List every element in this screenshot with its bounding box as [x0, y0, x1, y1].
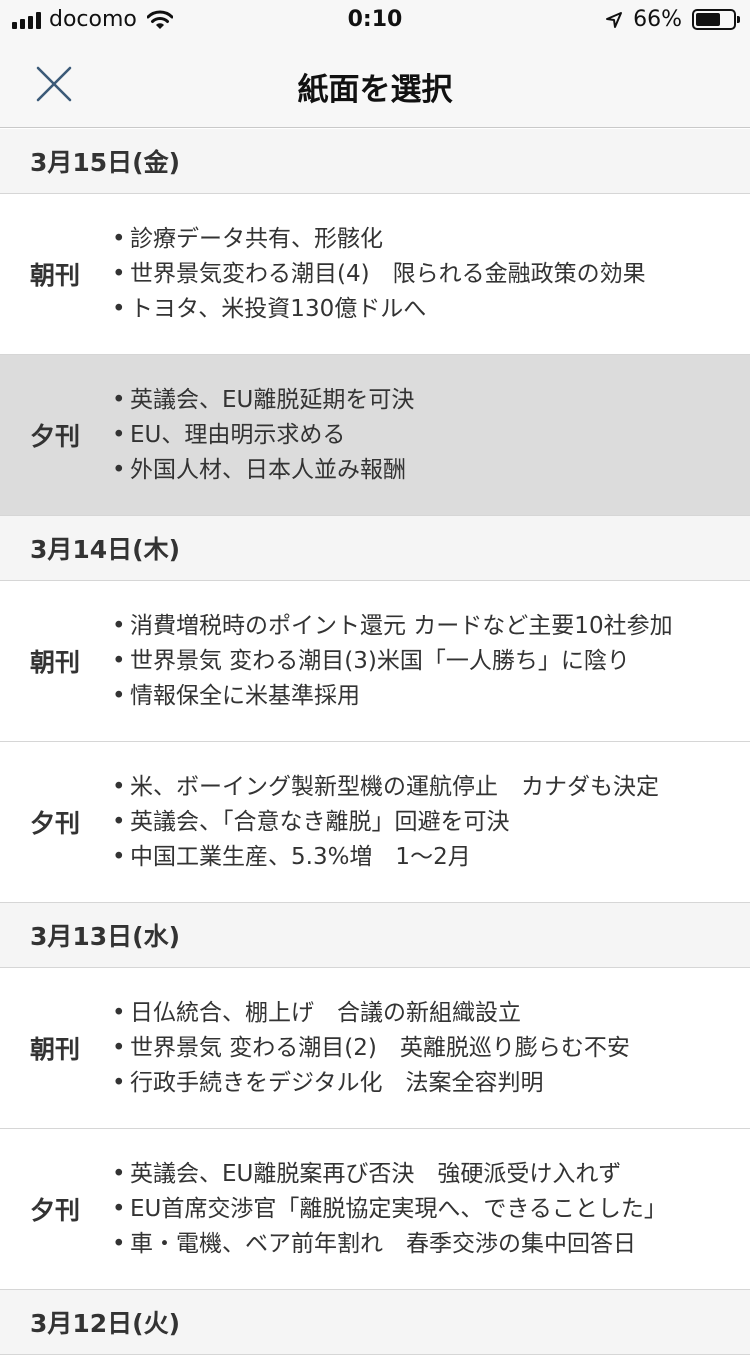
edition-label: 夕刊 [30, 809, 81, 838]
evening-edition-row[interactable]: 夕刊 英議会、EU離脱延期を可決EU、理由明示求める外国人材、日本人並み報酬 [0, 355, 750, 516]
headline-list: 英議会、EU離脱案再び否決 強硬派受け入れずEU首席交渉官「離脱協定実現へ、でき… [112, 1157, 667, 1262]
morning-edition-row[interactable]: 朝刊 診療データ共有、形骸化世界景気変わる潮目(4) 限られる金融政策の効果トヨタ… [0, 194, 750, 355]
headline-item: 米、ボーイング製新型機の運航停止 カナダも決定 [112, 770, 659, 805]
headline-item: EU首席交渉官「離脱協定実現へ、できることした」 [112, 1192, 667, 1227]
date-header: 3月12日(火) [0, 1290, 750, 1355]
headline-list: 英議会、EU離脱延期を可決EU、理由明示求める外国人材、日本人並み報酬 [112, 383, 414, 488]
headline-list: 診療データ共有、形骸化世界景気変わる潮目(4) 限られる金融政策の効果トヨタ、米… [112, 222, 646, 327]
evening-edition-row[interactable]: 夕刊 英議会、EU離脱案再び否決 強硬派受け入れずEU首席交渉官「離脱協定実現へ、… [0, 1129, 750, 1290]
headline-item: EU、理由明示求める [112, 418, 414, 453]
battery-icon [692, 9, 740, 30]
edition-label: 朝刊 [30, 648, 81, 677]
date-header: 3月13日(水) [0, 903, 750, 968]
status-bar: docomo 0:10 66% [0, 0, 750, 40]
morning-edition-row[interactable]: 朝刊 日仏統合、棚上げ 合議の新組織設立世界景気 変わる潮目(2) 英離脱巡り膨ら… [0, 968, 750, 1129]
edition-label: 朝刊 [30, 1035, 81, 1064]
headline-item: 情報保全に米基準採用 [112, 679, 673, 714]
battery-percent: 66% [633, 7, 682, 32]
headline-item: 世界景気変わる潮目(4) 限られる金融政策の効果 [112, 257, 646, 292]
headline-item: 外国人材、日本人並み報酬 [112, 453, 414, 488]
edition-label: 夕刊 [30, 422, 81, 451]
headline-item: 中国工業生産、5.3%増 1〜2月 [112, 840, 659, 875]
headline-list: 消費増税時のポイント還元 カードなど主要10社参加世界景気 変わる潮目(3)米国… [112, 609, 673, 714]
top-bar: docomo 0:10 66% 紙面を選択 [0, 0, 750, 128]
evening-edition-row[interactable]: 夕刊 米、ボーイング製新型機の運航停止 カナダも決定英議会、「合意なき離脱」回避を… [0, 742, 750, 903]
headline-item: 診療データ共有、形骸化 [112, 222, 646, 257]
edition-label: 朝刊 [30, 261, 81, 290]
headline-item: 車・電機、ベア前年割れ 春季交渉の集中回答日 [112, 1227, 667, 1262]
headline-item: 消費増税時のポイント還元 カードなど主要10社参加 [112, 609, 673, 644]
edition-label: 夕刊 [30, 1196, 81, 1225]
headline-item: 日仏統合、棚上げ 合議の新組織設立 [112, 996, 630, 1031]
headline-item: 英議会、「合意なき離脱」回避を可決 [112, 805, 659, 840]
headline-list: 日仏統合、棚上げ 合議の新組織設立世界景気 変わる潮目(2) 英離脱巡り膨らむ不… [112, 996, 630, 1101]
edition-list: 3月15日(金) 朝刊 診療データ共有、形骸化世界景気変わる潮目(4) 限られる金融… [0, 129, 750, 1355]
headline-item: 行政手続きをデジタル化 法案全容判明 [112, 1066, 630, 1101]
status-right: 66% [605, 7, 740, 32]
morning-edition-row[interactable]: 朝刊 消費増税時のポイント還元 カードなど主要10社参加世界景気 変わる潮目(3)… [0, 581, 750, 742]
headline-item: 世界景気 変わる潮目(3)米国「一人勝ち」に陰り [112, 644, 673, 679]
headline-item: 世界景気 変わる潮目(2) 英離脱巡り膨らむ不安 [112, 1031, 630, 1066]
headline-item: 英議会、EU離脱案再び否決 強硬派受け入れず [112, 1157, 667, 1192]
date-header: 3月14日(木) [0, 516, 750, 581]
headline-item: 英議会、EU離脱延期を可決 [112, 383, 414, 418]
headline-item: トヨタ、米投資130億ドルへ [112, 292, 646, 327]
page-title: 紙面を選択 [297, 72, 453, 108]
headline-list: 米、ボーイング製新型機の運航停止 カナダも決定英議会、「合意なき離脱」回避を可決… [112, 770, 659, 875]
date-header: 3月15日(金) [0, 129, 750, 194]
battery-level [696, 13, 720, 26]
location-arrow-icon [606, 11, 623, 28]
